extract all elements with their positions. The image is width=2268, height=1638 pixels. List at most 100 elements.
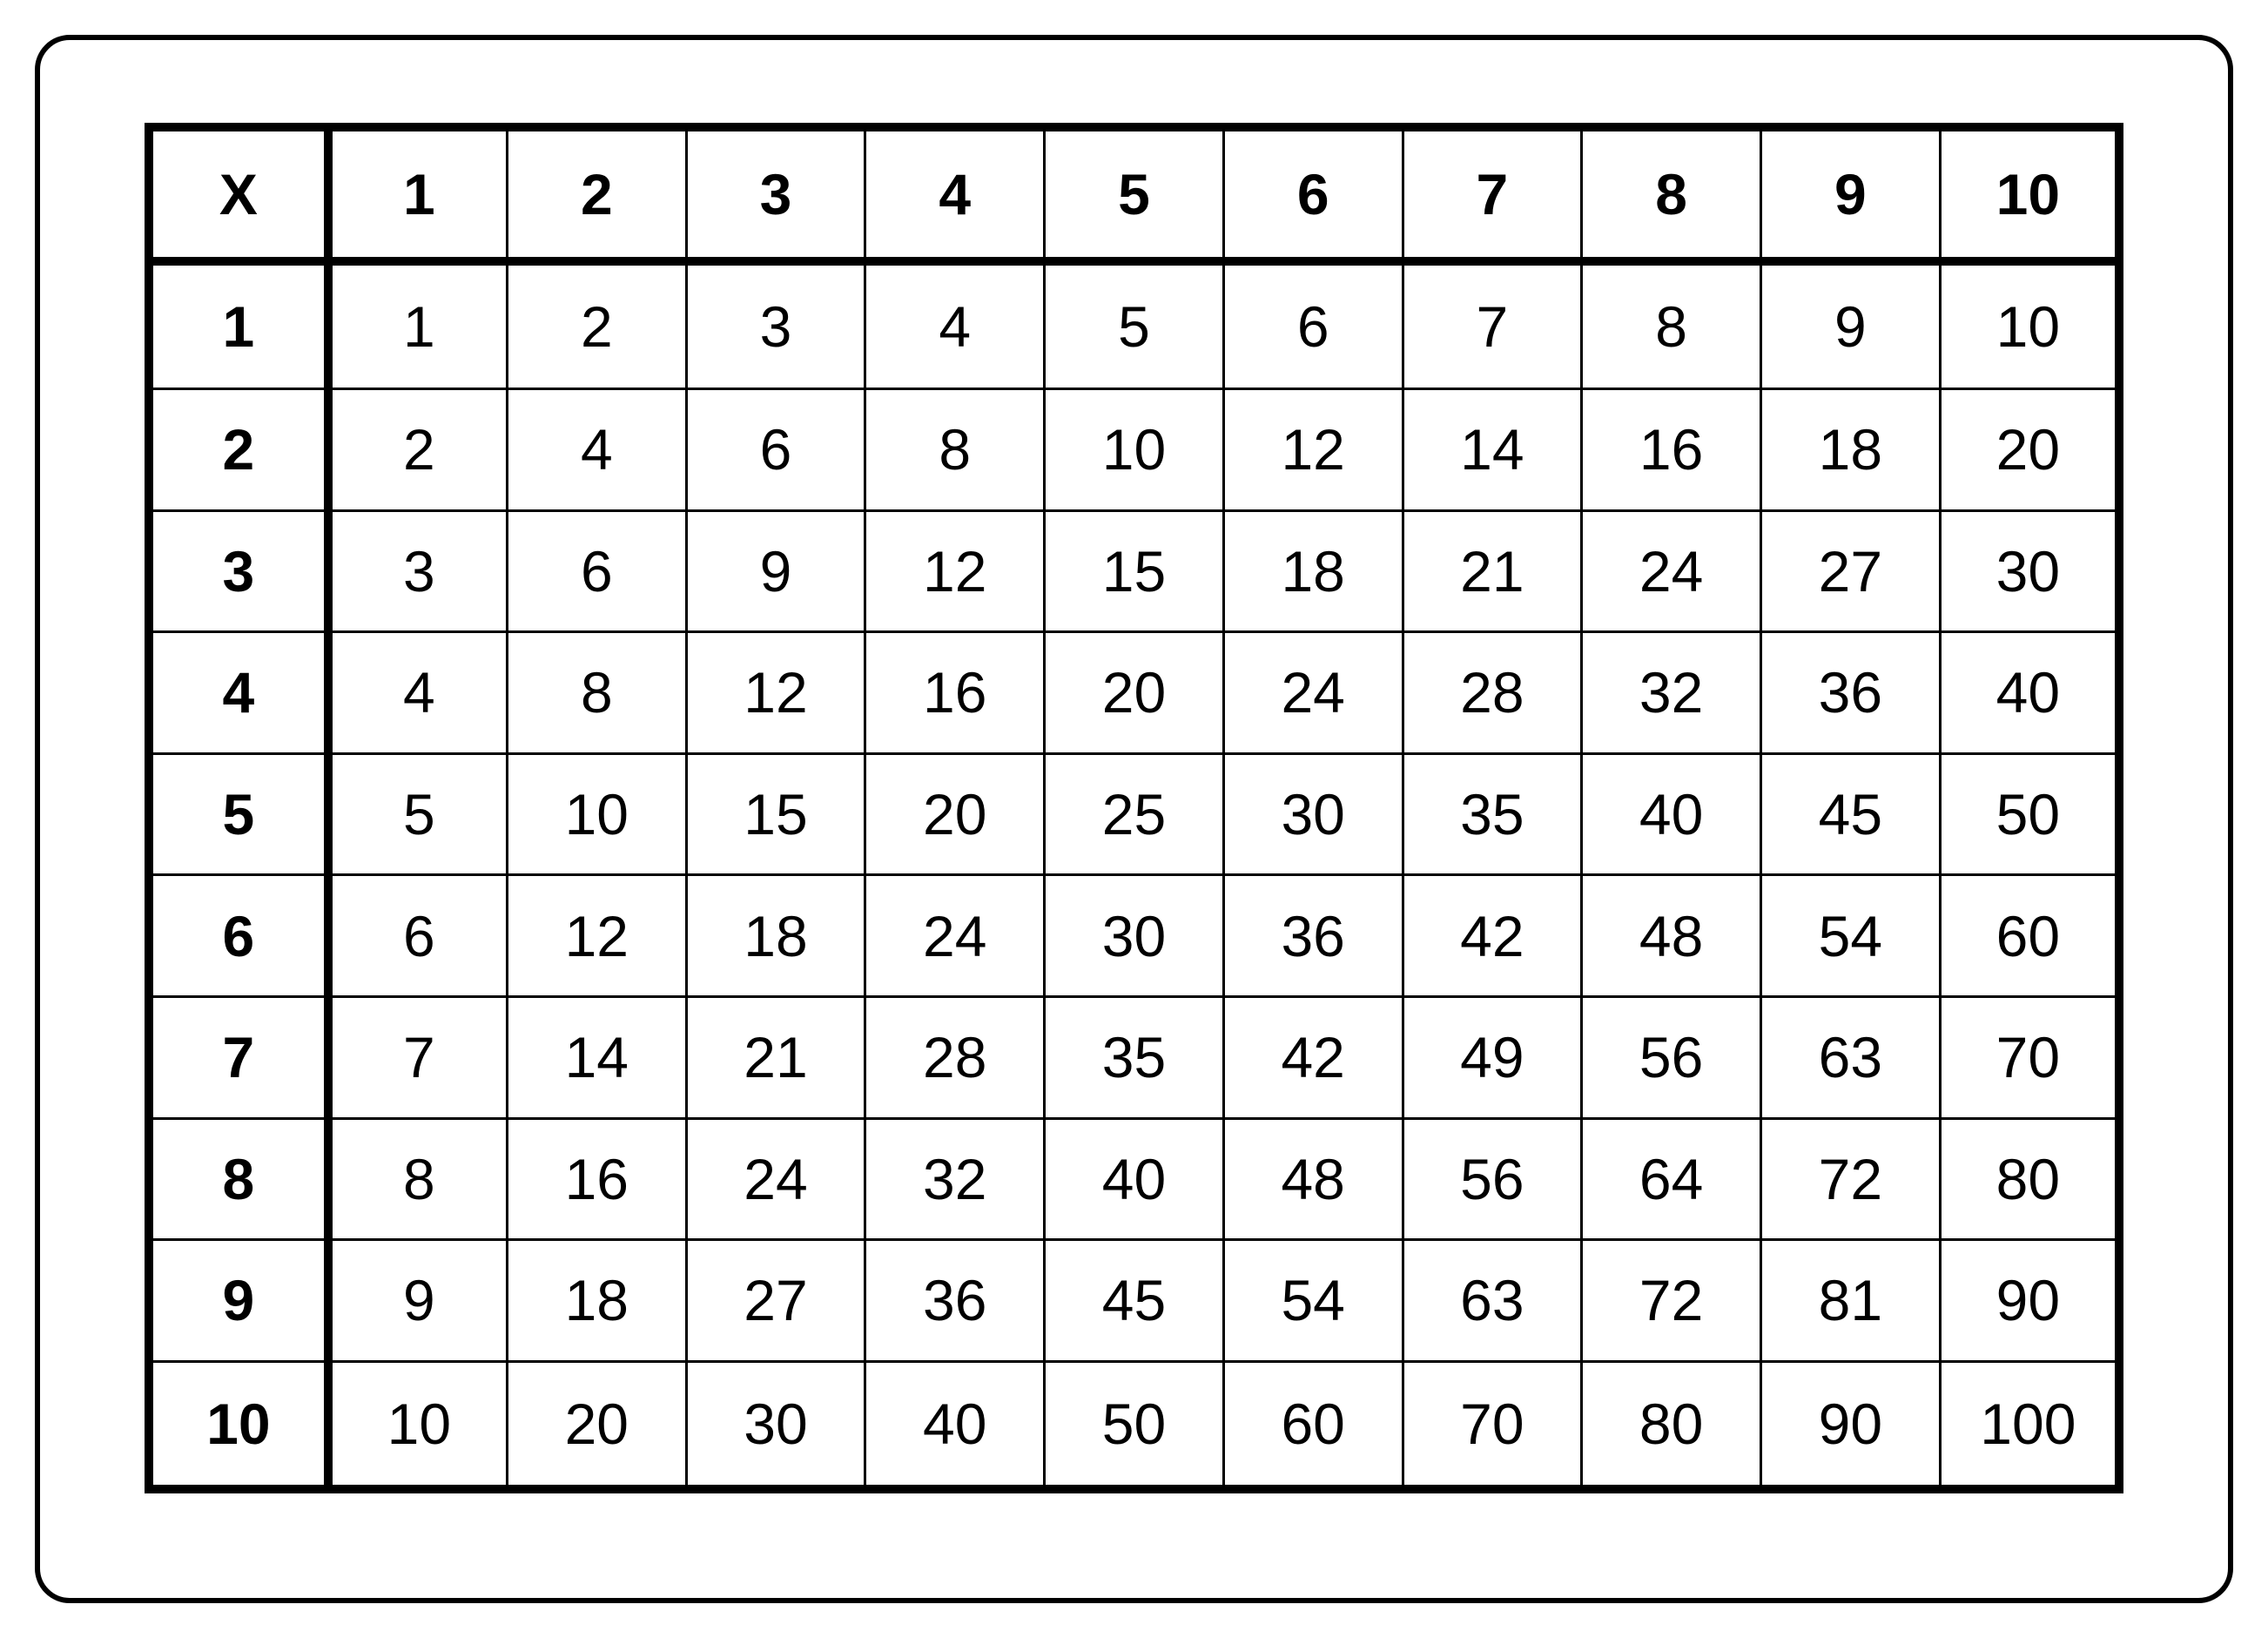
cell: 12 <box>1223 388 1403 510</box>
page-frame: X 1 2 3 4 5 6 7 8 9 10 1 1 2 3 4 5 6 7 8… <box>35 35 2233 1603</box>
cell: 70 <box>1403 1361 1582 1489</box>
table-row: 1 1 2 3 4 5 6 7 8 9 10 <box>149 261 2119 389</box>
cell: 30 <box>686 1361 865 1489</box>
cell: 60 <box>1940 875 2119 997</box>
cell: 27 <box>686 1240 865 1362</box>
cell: 8 <box>328 1118 508 1240</box>
cell: 6 <box>686 388 865 510</box>
cell: 30 <box>1223 753 1403 875</box>
cell: 30 <box>1940 510 2119 632</box>
cell: 70 <box>1940 996 2119 1118</box>
cell: 10 <box>1940 261 2119 389</box>
cell: 8 <box>1582 261 1761 389</box>
cell: 2 <box>328 388 508 510</box>
cell: 48 <box>1223 1118 1403 1240</box>
cell: 16 <box>507 1118 686 1240</box>
cell: 45 <box>1045 1240 1224 1362</box>
cell: 12 <box>686 632 865 754</box>
cell: 50 <box>1045 1361 1224 1489</box>
cell: 40 <box>865 1361 1045 1489</box>
col-header: 2 <box>507 127 686 261</box>
cell: 5 <box>1045 261 1224 389</box>
cell: 10 <box>1045 388 1224 510</box>
cell: 7 <box>328 996 508 1118</box>
cell: 32 <box>1582 632 1761 754</box>
cell: 80 <box>1582 1361 1761 1489</box>
cell: 10 <box>507 753 686 875</box>
cell: 18 <box>1223 510 1403 632</box>
col-header: 1 <box>328 127 508 261</box>
col-header: 9 <box>1760 127 1940 261</box>
cell: 49 <box>1403 996 1582 1118</box>
cell: 3 <box>328 510 508 632</box>
cell: 20 <box>865 753 1045 875</box>
table-row: 7 7 14 21 28 35 42 49 56 63 70 <box>149 996 2119 1118</box>
cell: 63 <box>1760 996 1940 1118</box>
cell: 40 <box>1582 753 1761 875</box>
multiplication-table: X 1 2 3 4 5 6 7 8 9 10 1 1 2 3 4 5 6 7 8… <box>145 123 2123 1493</box>
cell: 5 <box>328 753 508 875</box>
table-row: 2 2 4 6 8 10 12 14 16 18 20 <box>149 388 2119 510</box>
cell: 24 <box>1582 510 1761 632</box>
cell: 20 <box>507 1361 686 1489</box>
cell: 72 <box>1760 1118 1940 1240</box>
row-header: 6 <box>149 875 328 997</box>
cell: 25 <box>1045 753 1224 875</box>
cell: 40 <box>1940 632 2119 754</box>
cell: 16 <box>865 632 1045 754</box>
cell: 100 <box>1940 1361 2119 1489</box>
col-header: 10 <box>1940 127 2119 261</box>
col-header: 4 <box>865 127 1045 261</box>
row-header: 1 <box>149 261 328 389</box>
table-row: 5 5 10 15 20 25 30 35 40 45 50 <box>149 753 2119 875</box>
col-header: 5 <box>1045 127 1224 261</box>
table-row: 10 10 20 30 40 50 60 70 80 90 100 <box>149 1361 2119 1489</box>
cell: 21 <box>1403 510 1582 632</box>
cell: 24 <box>1223 632 1403 754</box>
col-header: 6 <box>1223 127 1403 261</box>
cell: 9 <box>328 1240 508 1362</box>
cell: 14 <box>1403 388 1582 510</box>
table-row: 6 6 12 18 24 30 36 42 48 54 60 <box>149 875 2119 997</box>
cell: 6 <box>1223 261 1403 389</box>
table-row: 8 8 16 24 32 40 48 56 64 72 80 <box>149 1118 2119 1240</box>
cell: 4 <box>865 261 1045 389</box>
cell: 36 <box>1223 875 1403 997</box>
col-header: 3 <box>686 127 865 261</box>
cell: 35 <box>1403 753 1582 875</box>
cell: 40 <box>1045 1118 1224 1240</box>
cell: 72 <box>1582 1240 1761 1362</box>
header-row: X 1 2 3 4 5 6 7 8 9 10 <box>149 127 2119 261</box>
cell: 24 <box>865 875 1045 997</box>
cell: 20 <box>1940 388 2119 510</box>
cell: 90 <box>1940 1240 2119 1362</box>
cell: 9 <box>686 510 865 632</box>
cell: 24 <box>686 1118 865 1240</box>
cell: 36 <box>865 1240 1045 1362</box>
cell: 8 <box>865 388 1045 510</box>
cell: 56 <box>1403 1118 1582 1240</box>
cell: 12 <box>507 875 686 997</box>
col-header: 8 <box>1582 127 1761 261</box>
cell: 30 <box>1045 875 1224 997</box>
cell: 6 <box>328 875 508 997</box>
cell: 20 <box>1045 632 1224 754</box>
cell: 48 <box>1582 875 1761 997</box>
table-row: 3 3 6 9 12 15 18 21 24 27 30 <box>149 510 2119 632</box>
cell: 16 <box>1582 388 1761 510</box>
cell: 9 <box>1760 261 1940 389</box>
cell: 50 <box>1940 753 2119 875</box>
cell: 64 <box>1582 1118 1761 1240</box>
row-header: 7 <box>149 996 328 1118</box>
row-header: 4 <box>149 632 328 754</box>
cell: 60 <box>1223 1361 1403 1489</box>
cell: 90 <box>1760 1361 1940 1489</box>
row-header: 2 <box>149 388 328 510</box>
col-header: 7 <box>1403 127 1582 261</box>
cell: 12 <box>865 510 1045 632</box>
cell: 81 <box>1760 1240 1940 1362</box>
cell: 54 <box>1223 1240 1403 1362</box>
cell: 56 <box>1582 996 1761 1118</box>
cell: 2 <box>507 261 686 389</box>
cell: 15 <box>1045 510 1224 632</box>
